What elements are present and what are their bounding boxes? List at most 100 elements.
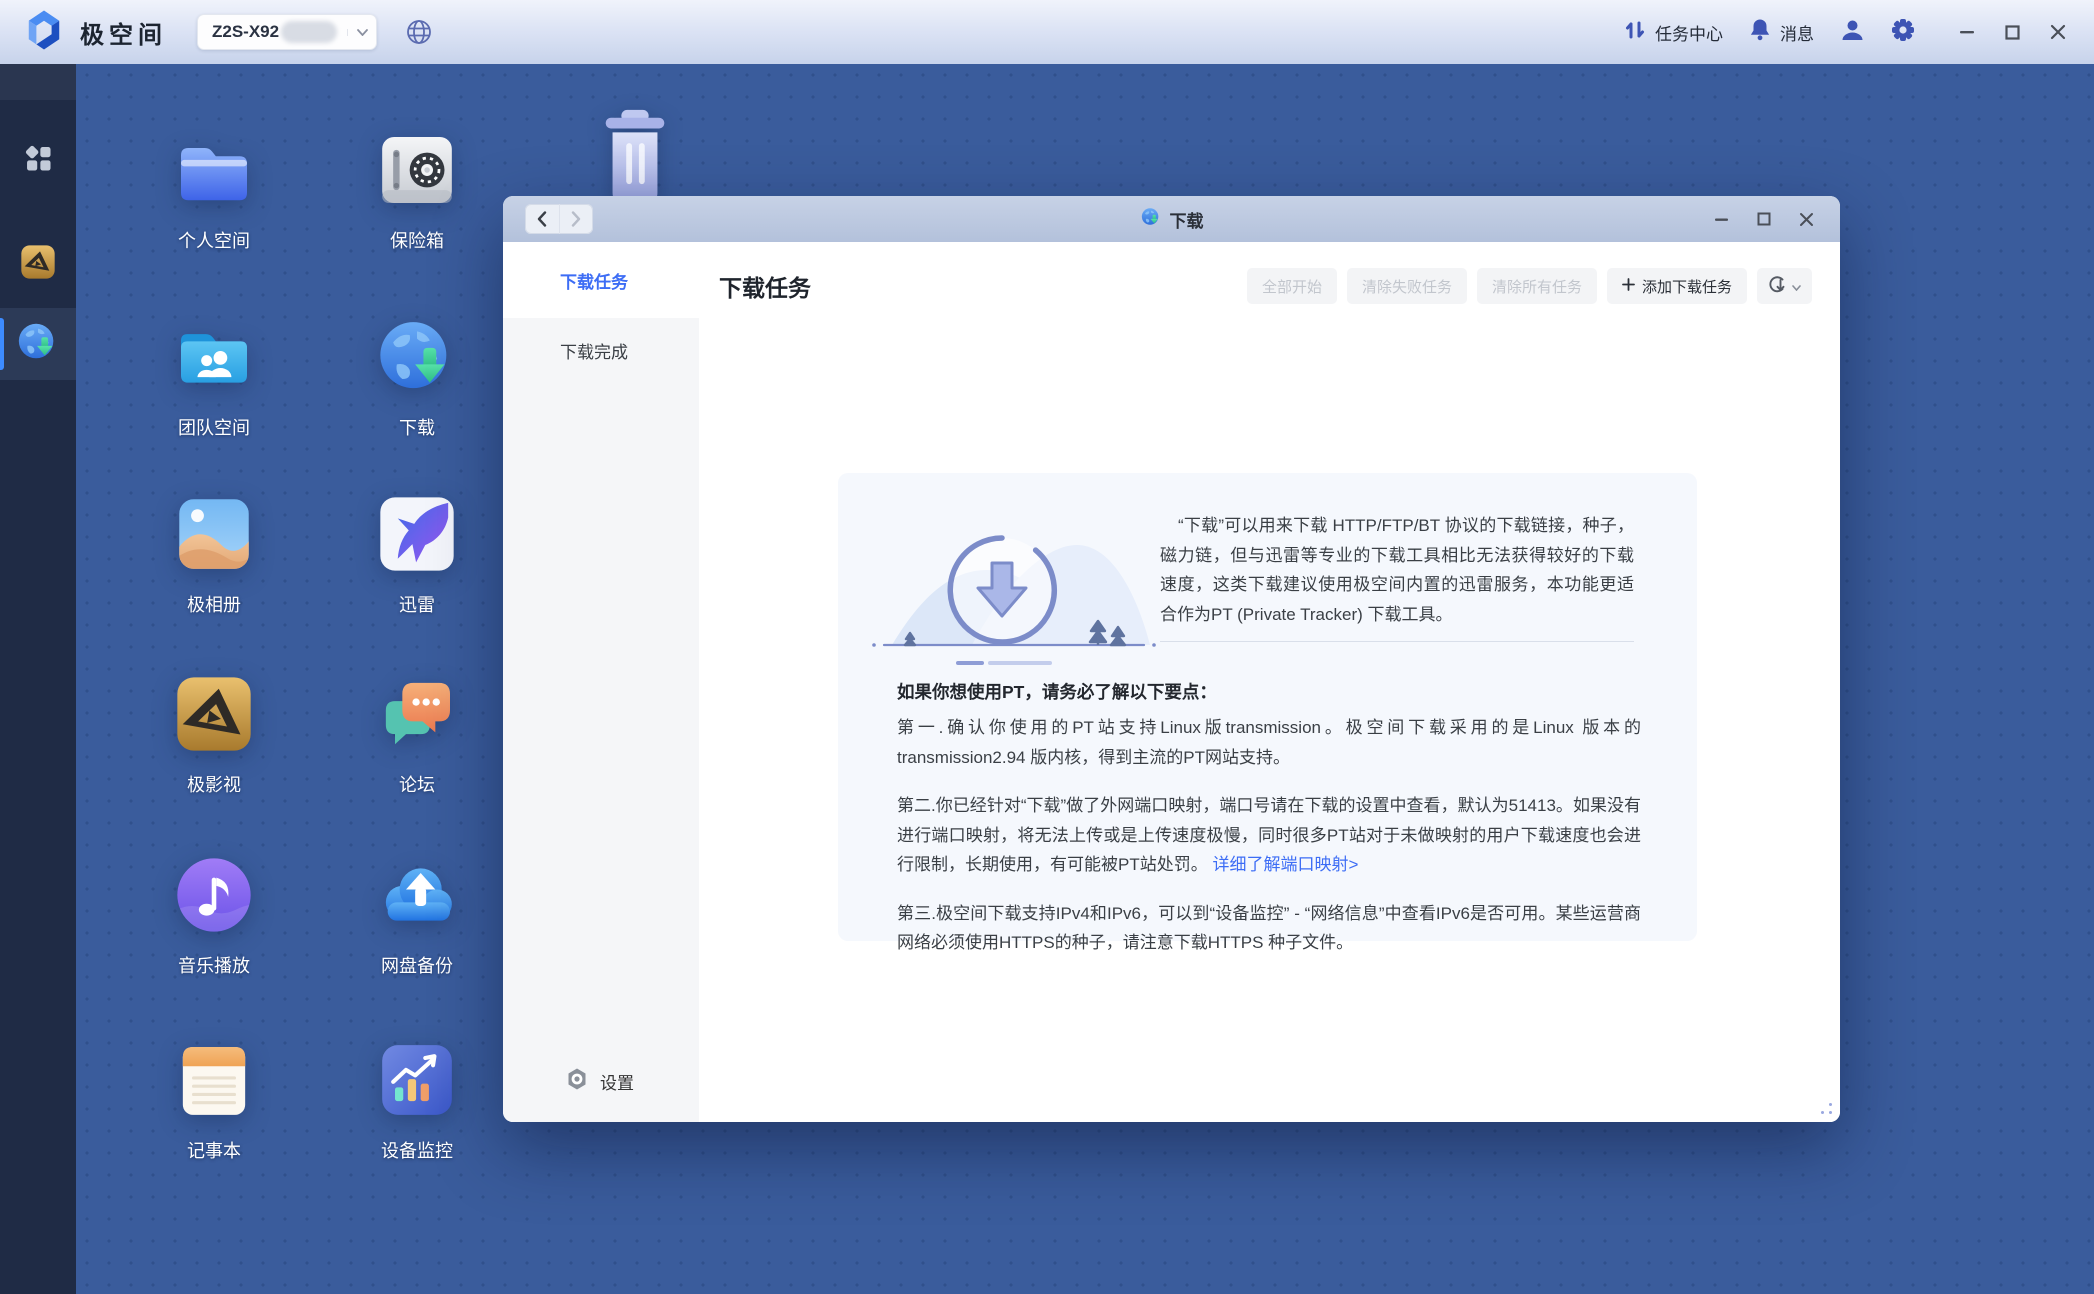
window-maximize-icon[interactable] [1757, 212, 1771, 226]
pt-point-3: 第三.极空间下载支持IPv4和IPv6，可以到“设备监控” - “网络信息”中查… [897, 899, 1641, 958]
chevron-down-icon [1792, 278, 1801, 295]
desktop-app-download[interactable]: 下载 [331, 313, 503, 440]
clear-all-button[interactable]: 清除所有任务 [1477, 268, 1597, 304]
notepad-icon [170, 1036, 258, 1124]
forward-button[interactable] [560, 204, 594, 234]
movies-icon [170, 670, 258, 758]
app-window-controls [1959, 24, 2066, 40]
page-title: 下载任务 [719, 269, 811, 303]
app-label: 设备监控 [331, 1137, 503, 1163]
window-resize-handle[interactable] [1818, 1100, 1832, 1114]
port-mapping-link[interactable]: 详细了解端口映射> [1212, 855, 1358, 874]
movies-app-icon [18, 242, 58, 287]
maximize-icon[interactable] [2005, 25, 2020, 40]
top-bar-right: 任务中心 消息 [1624, 18, 2094, 47]
rail-app-grid-button[interactable] [0, 124, 76, 196]
device-name-redacted [281, 21, 337, 43]
window-body: 下载任务 下载完成 设置 [503, 242, 1840, 1122]
app-label: 极影视 [128, 771, 300, 797]
add-download-task-button[interactable]: 添加下载任务 [1607, 268, 1747, 304]
music-player-icon [170, 851, 258, 939]
rail-download-app-button[interactable] [0, 308, 76, 380]
window-titlebar[interactable]: 下载 [503, 196, 1840, 242]
zspace-desktop-screen: 极空间 Z2S-X92 [0, 0, 2094, 1294]
window-close-icon[interactable] [1799, 212, 1814, 227]
toolbar: 全部开始 清除失败任务 清除所有任务 添加下载任务 [1247, 268, 1812, 304]
cloud-backup-icon [373, 851, 461, 939]
start-all-button[interactable]: 全部开始 [1247, 268, 1337, 304]
tab-download-finished[interactable]: 下载完成 [503, 318, 699, 382]
device-selector[interactable]: Z2S-X92 [197, 14, 377, 50]
window-title: 下载 [503, 196, 1840, 242]
app-label: 团队空间 [128, 414, 300, 440]
download-app-icon [15, 319, 61, 370]
pt-intro-text: “下载”可以用来下载 HTTP/FTP/BT 协议的下载链接，种子，磁力链，但与… [1160, 511, 1634, 629]
sort-order-button[interactable] [1757, 268, 1812, 304]
desktop-app-forum[interactable]: 论坛 [331, 670, 503, 797]
settings-button[interactable] [1891, 18, 1915, 47]
tab-label: 下载完成 [560, 338, 628, 363]
brand-title: 极空间 [80, 15, 167, 50]
desktop-app-team-space[interactable]: 团队空间 [128, 313, 300, 440]
settings-gear-icon [565, 1067, 589, 1096]
desktop-app-personal-space[interactable]: 个人空间 [128, 126, 300, 253]
photo-album-icon [170, 490, 258, 578]
window-minimize-icon[interactable] [1714, 212, 1729, 227]
desktop-app-movies[interactable]: 极影视 [128, 670, 300, 797]
window-controls [1714, 196, 1814, 242]
desktop-app-safe-box[interactable]: 保险箱 [331, 126, 503, 253]
download-sidebar: 下载任务 下载完成 设置 [503, 242, 699, 1122]
main-header: 下载任务 全部开始 清除失败任务 清除所有任务 [719, 268, 1812, 304]
personal-space-icon [170, 126, 258, 214]
desktop-app-cloud-backup[interactable]: 网盘备份 [331, 851, 503, 978]
top-bar: 极空间 Z2S-X92 [0, 0, 2094, 64]
settings-label: 设置 [600, 1069, 634, 1094]
device-name: Z2S-X92 [212, 22, 279, 42]
clear-failed-button[interactable]: 清除失败任务 [1347, 268, 1467, 304]
desktop-app-notepad[interactable]: 记事本 [128, 1036, 300, 1163]
task-center-button[interactable]: 任务中心 [1624, 19, 1723, 46]
app-label: 记事本 [128, 1137, 300, 1163]
messages-button[interactable]: 消息 [1749, 18, 1814, 46]
desktop-app-music-player[interactable]: 音乐播放 [128, 851, 300, 978]
xunlei-bird-icon [373, 490, 461, 578]
forum-icon [373, 670, 461, 758]
app-label: 个人空间 [128, 227, 300, 253]
pt-points: 第一.确认你使用的PT站支持Linux版transmission。极空间下载采用… [897, 713, 1641, 977]
window-nav-buttons [525, 204, 593, 234]
minimize-icon[interactable] [1959, 24, 1975, 40]
download-icon [373, 313, 461, 401]
safe-box-icon [373, 126, 461, 214]
desktop-app-photo-album[interactable]: 极相册 [128, 490, 300, 617]
app-label: 迅雷 [331, 591, 503, 617]
app-label: 极相册 [128, 591, 300, 617]
download-window-icon [1140, 206, 1162, 233]
brand: 极空间 [0, 6, 167, 59]
desktop-app-xunlei[interactable]: 迅雷 [331, 490, 503, 617]
tab-download-tasks[interactable]: 下载任务 [503, 242, 699, 318]
app-label: 论坛 [331, 771, 503, 797]
app-grid-icon [20, 140, 56, 181]
bell-icon [1749, 18, 1771, 46]
tab-label: 下载任务 [560, 268, 628, 293]
divider [1160, 641, 1634, 642]
pt-point-2: 第二.你已经针对“下载”做了外网端口映射，端口号请在下载的设置中查看，默认为51… [897, 791, 1641, 880]
task-center-label: 任务中心 [1655, 20, 1723, 45]
download-settings-button[interactable]: 设置 [565, 1067, 634, 1096]
device-monitor-icon [373, 1036, 461, 1124]
pt-point-1: 第一.确认你使用的PT站支持Linux版transmission。极空间下载采用… [897, 713, 1641, 772]
trash-icon[interactable] [594, 106, 676, 209]
user-account-button[interactable] [1840, 18, 1865, 47]
zspace-logo-icon [22, 6, 66, 59]
rail-top-strip [0, 64, 76, 100]
gear-icon [1891, 18, 1915, 47]
back-button[interactable] [525, 204, 560, 234]
network-globe-icon[interactable] [405, 18, 433, 46]
team-space-icon [170, 313, 258, 401]
desktop-app-device-monitor[interactable]: 设备监控 [331, 1036, 503, 1163]
pt-points-heading: 如果你想使用PT，请务必了解以下要点： [897, 679, 1217, 704]
app-label: 下载 [331, 414, 503, 440]
close-icon[interactable] [2050, 24, 2066, 40]
user-icon [1840, 18, 1865, 47]
rail-movies-app-button[interactable] [0, 228, 76, 300]
